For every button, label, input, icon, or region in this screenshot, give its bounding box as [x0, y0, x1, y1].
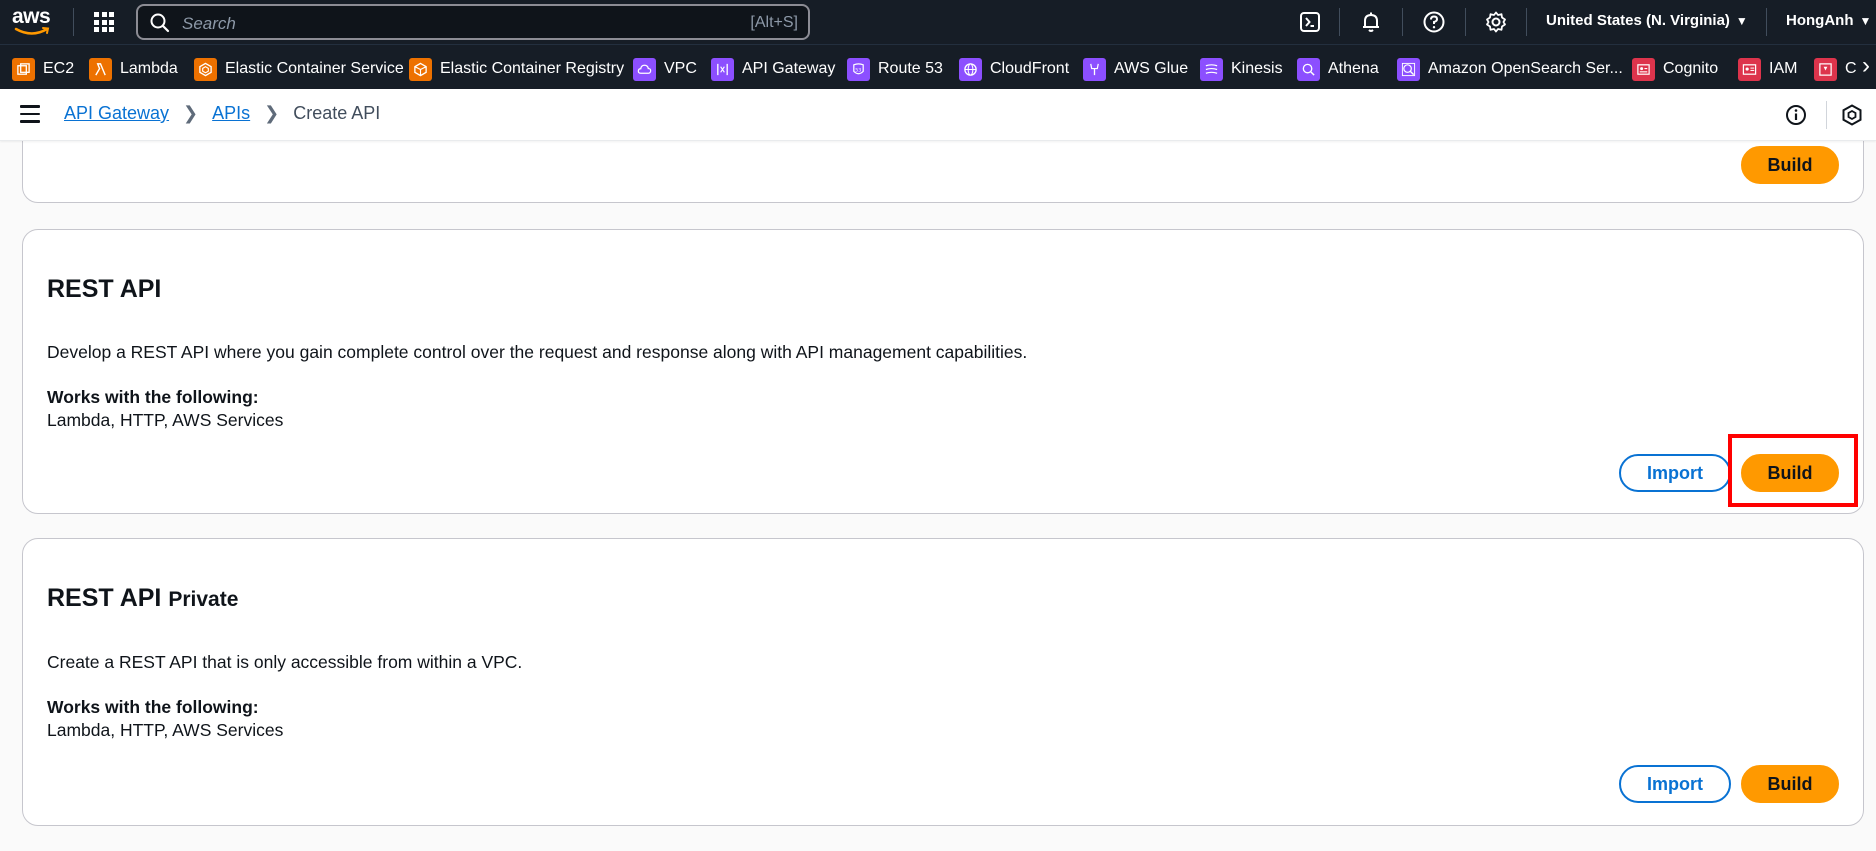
favorite-opensearch[interactable]: Amazon OpenSearch Ser...: [1397, 57, 1623, 81]
top-navigation-bar: aws Search [Alt+S] United States (N. Vir…: [0, 0, 1876, 44]
card-title-suffix: Private: [168, 588, 239, 611]
menu-icon[interactable]: [20, 105, 42, 123]
favorite-label: API Gateway: [742, 60, 836, 77]
favorite-label: Amazon OpenSearch Ser...: [1428, 60, 1623, 77]
favorite-route53[interactable]: 53 Route 53: [847, 57, 943, 81]
cognito-icon: [1632, 57, 1655, 81]
region-selector[interactable]: United States (N. Virginia) ▼: [1546, 12, 1748, 29]
favorite-label: Kinesis: [1231, 60, 1283, 77]
search-shortcut: [Alt+S]: [750, 14, 798, 31]
favorite-api-gateway[interactable]: API Gateway: [711, 57, 835, 81]
favorite-cognito[interactable]: Cognito: [1632, 57, 1718, 81]
favorite-label: Elastic Container Service: [225, 60, 404, 77]
card-title: REST API Private: [47, 584, 239, 612]
favorite-label: AWS Glue: [1114, 60, 1189, 77]
import-button[interactable]: Import: [1619, 765, 1731, 803]
cloudshell-icon[interactable]: [1298, 10, 1322, 34]
bell-icon[interactable]: [1359, 10, 1383, 34]
favorite-kinesis[interactable]: Kinesis: [1200, 57, 1283, 81]
favorite-label: IAM: [1769, 60, 1798, 77]
vpc-icon: [633, 57, 656, 81]
favorites-bar: EC2 Lambda Elastic Container Service Ela…: [0, 44, 1876, 89]
card-title: REST API: [47, 275, 162, 303]
favorite-label: Lambda: [120, 60, 178, 77]
cloudfront-icon: [959, 57, 982, 81]
divider: [73, 8, 74, 36]
card-description: Develop a REST API where you gain comple…: [47, 342, 1028, 362]
favorite-lambda[interactable]: Lambda: [89, 57, 178, 81]
favorite-aws-glue[interactable]: AWS Glue: [1083, 57, 1188, 81]
favorite-athena[interactable]: Athena: [1297, 57, 1379, 81]
search-placeholder: Search: [182, 14, 236, 33]
certificate-icon: [1814, 57, 1837, 81]
athena-icon: [1297, 57, 1320, 81]
breadcrumb-apis[interactable]: APIs: [212, 103, 250, 124]
rest-api-card: REST API Develop a REST API where you ga…: [22, 229, 1864, 514]
import-button[interactable]: Import: [1619, 454, 1731, 492]
works-with-value: Lambda, HTTP, AWS Services: [47, 720, 284, 740]
services-menu-icon[interactable]: [94, 12, 114, 32]
favorite-ec2[interactable]: EC2: [12, 57, 74, 81]
breadcrumb-api-gateway[interactable]: API Gateway: [64, 103, 169, 124]
route53-icon: 53: [847, 57, 870, 81]
aws-smile-icon: [14, 27, 50, 35]
caret-down-icon: ▼: [1735, 14, 1748, 28]
api-gateway-icon: [711, 57, 734, 81]
lambda-icon: [89, 57, 112, 81]
side-panel-icon[interactable]: [1840, 103, 1864, 127]
favorite-cloudfront[interactable]: CloudFront: [959, 57, 1069, 81]
ec2-icon: [12, 57, 35, 81]
breadcrumb-bar: API Gateway ❯ APIs ❯ Create API: [0, 89, 1876, 141]
highlight-box: [1728, 434, 1858, 507]
main-content: Build REST API Develop a REST API where …: [0, 121, 1876, 851]
account-menu[interactable]: HongAnh ▼: [1786, 12, 1871, 29]
favorite-label: Cognito: [1663, 60, 1719, 77]
search-icon: [150, 13, 170, 33]
aws-logo[interactable]: aws: [12, 6, 54, 38]
favorite-label: CloudFront: [990, 60, 1070, 77]
settings-icon[interactable]: [1484, 10, 1508, 34]
info-icon[interactable]: [1784, 103, 1808, 127]
search-box[interactable]: Search [Alt+S]: [136, 4, 810, 40]
ecr-icon: [409, 57, 432, 81]
chevron-right-icon: ❯: [183, 103, 199, 123]
favorite-label: Athena: [1328, 60, 1379, 77]
works-with-label: Works with the following:: [47, 387, 259, 407]
works-with-value: Lambda, HTTP, AWS Services: [47, 410, 284, 430]
breadcrumb-current: Create API: [293, 103, 381, 123]
favorite-vpc[interactable]: VPC: [633, 57, 697, 81]
works-with-label: Works with the following:: [47, 697, 259, 717]
favorite-label: VPC: [664, 60, 697, 77]
aws-logo-text: aws: [12, 5, 51, 28]
ecs-icon: [194, 57, 217, 81]
chevron-right-icon: ❯: [264, 103, 280, 123]
user-name: HongAnh: [1786, 12, 1854, 29]
chevron-right-icon[interactable]: ›: [1856, 45, 1876, 89]
help-icon[interactable]: [1422, 10, 1446, 34]
favorite-ecr[interactable]: Elastic Container Registry: [409, 57, 624, 81]
favorite-iam[interactable]: IAM: [1738, 57, 1797, 81]
breadcrumb: API Gateway ❯ APIs ❯ Create API: [64, 103, 380, 124]
opensearch-icon: [1397, 57, 1420, 81]
caret-down-icon: ▼: [1859, 14, 1872, 28]
svg-text:53: 53: [855, 67, 861, 73]
kinesis-icon: [1200, 57, 1223, 81]
iam-icon: [1738, 57, 1761, 81]
favorite-label: EC2: [43, 60, 75, 77]
rest-api-private-card: REST API Private Create a REST API that …: [22, 538, 1864, 826]
favorite-label: Route 53: [878, 60, 943, 77]
favorite-ecs[interactable]: Elastic Container Service: [194, 57, 404, 81]
region-label: United States (N. Virginia): [1546, 12, 1730, 29]
favorite-label: Elastic Container Registry: [440, 60, 625, 77]
glue-icon: [1083, 57, 1106, 81]
card-description: Create a REST API that is only accessibl…: [47, 652, 523, 672]
build-button[interactable]: Build: [1741, 146, 1839, 184]
build-button[interactable]: Build: [1741, 765, 1839, 803]
